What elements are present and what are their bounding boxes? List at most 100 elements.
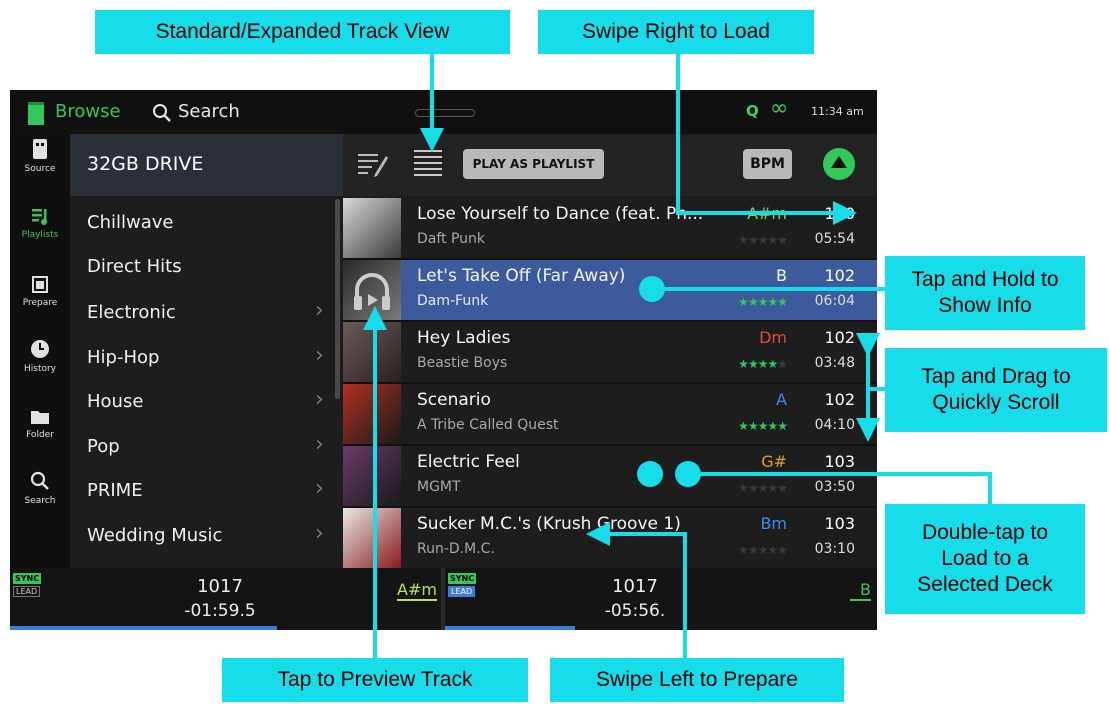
prepare-icon <box>10 274 70 298</box>
track-artist: Dam-Funk <box>417 293 489 309</box>
track-duration: 06:04 <box>814 293 855 309</box>
crate-scrollbar[interactable] <box>335 199 340 399</box>
bpm-sort-button[interactable]: BPM <box>743 149 792 179</box>
album-art[interactable] <box>343 508 401 568</box>
edit-list-icon[interactable] <box>357 150 389 182</box>
search-icon <box>10 470 70 496</box>
star-rating[interactable]: ★★★★★ <box>738 543 788 557</box>
deck-left[interactable]: SYNC LEAD 1017 -01:59.5 A#m <box>10 568 441 630</box>
sidebar-item-prepare[interactable]: Prepare <box>10 274 70 308</box>
track-duration: 03:10 <box>814 541 855 557</box>
star-icon: ★ <box>767 295 778 309</box>
callout-swipe-right: Swipe Right to Load <box>538 10 814 54</box>
infinity-icon: ∞ <box>770 96 789 121</box>
track-row[interactable]: Scenario A Tribe Called Quest A 102 04:10 ★★★… <box>343 384 877 446</box>
quantize-indicator[interactable]: Q <box>746 102 759 120</box>
sidebar-item-history[interactable]: History <box>10 338 70 374</box>
track-artist: MGMT <box>417 479 461 495</box>
star-icon: ★ <box>777 419 788 433</box>
track-row[interactable]: Hey Ladies Beastie Boys Dm 102 03:48 ★★★★★ <box>343 322 877 384</box>
chevron-right-icon[interactable]: › <box>315 521 324 546</box>
star-icon: ★ <box>777 295 788 309</box>
track-row[interactable]: Let's Take Off (Far Away) Dam-Funk B 102 06:… <box>343 260 877 322</box>
crate-list: 32GB DRIVE Chillwave Direct Hits Electro… <box>70 134 343 568</box>
star-rating[interactable]: ★★★★★ <box>738 481 788 495</box>
callout-text: Double-tap to Load to a Selected Deck <box>917 520 1053 597</box>
lead-badge: LEAD <box>13 586 41 597</box>
sync-badge[interactable]: SYNC <box>448 573 477 584</box>
track-bpm: 102 <box>824 390 855 409</box>
sync-badge[interactable]: SYNC <box>13 573 42 584</box>
sidebar: Source Playlists Prepare History Folder … <box>10 134 70 568</box>
deck-time: -05:56. <box>604 601 666 621</box>
track-key: B <box>776 266 787 285</box>
drag-handle[interactable] <box>415 109 475 117</box>
chevron-right-icon[interactable]: › <box>315 387 324 412</box>
album-art[interactable] <box>343 384 401 444</box>
drive-name: 32GB DRIVE <box>87 153 204 175</box>
star-rating[interactable]: ★★★★★ <box>738 295 788 309</box>
album-art[interactable] <box>343 198 401 258</box>
headphones-icon[interactable] <box>343 260 401 320</box>
sidebar-item-search[interactable]: Search <box>10 470 70 506</box>
deck-progress <box>445 626 575 630</box>
sidebar-item-label: Playlists <box>21 230 59 240</box>
callout-tap-drag: Tap and Drag to Quickly Scroll <box>885 348 1107 432</box>
album-art[interactable] <box>343 446 401 506</box>
clock-icon <box>10 338 70 364</box>
sidebar-item-playlists[interactable]: Playlists <box>10 206 70 240</box>
sidebar-item-source[interactable]: Source <box>10 138 70 174</box>
star-icon: ★ <box>747 543 759 557</box>
deck-right[interactable]: SYNC LEAD 1017 -05:56. B <box>445 568 877 630</box>
callout-standard-view: Standard/Expanded Track View <box>95 10 510 54</box>
track-duration: 05:54 <box>814 231 855 247</box>
drive-header[interactable]: 32GB DRIVE <box>70 134 343 196</box>
track-duration: 03:50 <box>814 479 855 495</box>
star-icon: ★ <box>747 357 759 371</box>
chevron-right-icon[interactable]: › <box>315 476 324 501</box>
callout-text: Swipe Left to Prepare <box>596 667 798 691</box>
star-icon: ★ <box>777 357 788 371</box>
track-title: Let's Take Off (Far Away) <box>417 266 626 286</box>
crate-item[interactable]: Hip-Hop <box>87 347 159 368</box>
crate-item[interactable]: House <box>87 391 143 412</box>
album-art[interactable] <box>343 322 401 382</box>
crate-item[interactable]: Direct Hits <box>87 256 182 277</box>
star-icon: ★ <box>747 233 759 247</box>
crate-item[interactable]: Electronic <box>87 302 176 323</box>
scroll-up-icon[interactable] <box>823 148 855 180</box>
sidebar-item-folder[interactable]: Folder <box>10 406 70 440</box>
star-icon: ★ <box>747 419 759 433</box>
track-title: Scenario <box>417 390 491 410</box>
track-row[interactable]: Sucker M.C.'s (Krush Groove 1) Run-D.M.C.… <box>343 508 877 570</box>
track-view-icon[interactable] <box>413 148 443 184</box>
track-row[interactable]: Lose Yourself to Dance (feat. Ph... Daft … <box>343 198 877 260</box>
album-art[interactable] <box>343 260 401 320</box>
play-as-playlist-button[interactable]: PLAY AS PLAYLIST <box>463 149 604 179</box>
track-row[interactable]: Electric Feel MGMT G# 103 03:50 ★★★★★ <box>343 446 877 508</box>
search-tab[interactable]: Search <box>178 101 240 122</box>
crate-item[interactable]: Chillwave <box>87 212 173 233</box>
callout-text: Tap and Drag to Quickly Scroll <box>921 364 1071 414</box>
track-list: PLAY AS PLAYLIST BPM Lose Yourself to Da… <box>343 134 877 570</box>
callout-swipe-left: Swipe Left to Prepare <box>550 658 844 702</box>
callout-tap-preview: Tap to Preview Track <box>222 658 528 702</box>
crate-item[interactable]: Pop <box>87 436 120 457</box>
star-icon: ★ <box>767 543 778 557</box>
callout-text: Tap to Preview Track <box>277 667 473 691</box>
deck-key: A#m <box>397 580 437 601</box>
star-rating[interactable]: ★★★★★ <box>738 357 788 371</box>
chevron-right-icon[interactable]: › <box>315 298 324 323</box>
chevron-right-icon[interactable]: › <box>315 343 324 368</box>
crate-item[interactable]: PRIME <box>87 480 143 501</box>
search-icon[interactable] <box>152 103 172 127</box>
crate-item[interactable]: Wedding Music <box>87 525 222 546</box>
browse-tab[interactable]: Browse <box>55 101 121 122</box>
callout-text: Tap and Hold to Show Info <box>911 267 1059 317</box>
star-icon: ★ <box>738 419 749 433</box>
star-rating[interactable]: ★★★★★ <box>738 233 788 247</box>
track-title: Lose Yourself to Dance (feat. Ph... <box>417 204 704 224</box>
star-rating[interactable]: ★★★★★ <box>738 419 788 433</box>
chevron-right-icon[interactable]: › <box>315 432 324 457</box>
track-bpm: 103 <box>824 514 855 533</box>
